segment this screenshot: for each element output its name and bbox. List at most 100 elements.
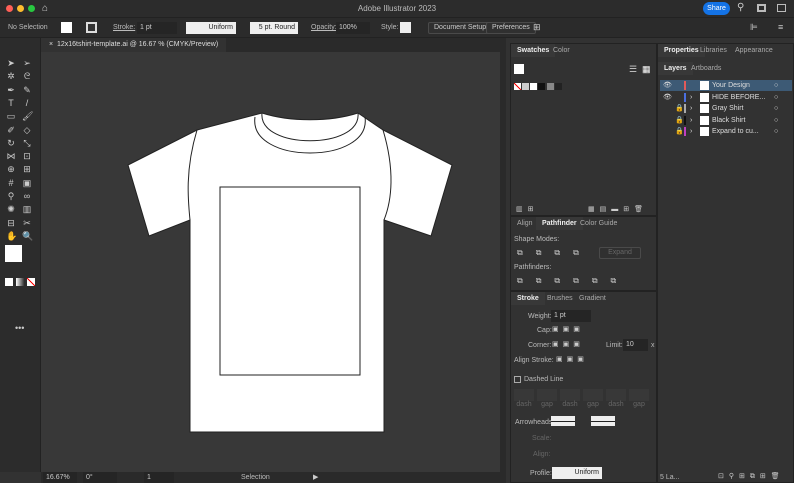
gradient-tool-icon[interactable]: ▣ [22,178,32,188]
workspace-icon[interactable] [757,4,766,12]
shape-mode-buttons[interactable]: ⧉⧉⧉⧉ [517,248,592,258]
tab-artboards[interactable]: Artboards [685,62,727,75]
swatch-none[interactable] [514,83,521,90]
variable-width-profile[interactable]: Uniform [186,22,236,34]
direct-selection-tool-icon[interactable]: ➢ [22,58,32,68]
layer-row[interactable]: 🔒 › Expand to cu... ○ [660,126,792,137]
shape-builder-tool-icon[interactable]: ⊕ [6,164,16,174]
expand-arrow-icon[interactable]: › [690,92,692,103]
lock-icon[interactable]: 🔒 [675,126,684,137]
canvas[interactable] [41,52,500,472]
swatch-black[interactable] [538,83,545,90]
eye-icon[interactable]: 👁 [663,80,672,91]
pen-tool-icon[interactable]: ✒ [6,85,16,95]
stroke-label[interactable]: Stroke: [113,24,135,31]
zoom-input[interactable]: 16.67% [43,472,77,483]
rectangle-tool-icon[interactable]: ▭ [6,111,16,121]
limit-input[interactable]: 10 [623,339,648,351]
expand-arrow-icon[interactable]: › [690,126,692,137]
paintbrush-tool-icon[interactable]: 🖌 [22,111,33,121]
share-button[interactable]: Share [703,2,730,15]
dash-input[interactable] [514,389,534,401]
fill-color[interactable] [5,245,22,262]
dashed-line-checkbox[interactable] [514,376,521,383]
expand-button[interactable]: Expand [599,247,641,259]
free-transform-tool-icon[interactable]: ⊡ [22,151,32,161]
zoom-tool-icon[interactable]: 🔍 [22,231,33,241]
layer-row[interactable]: 🔒 › Gray Shirt ○ [660,103,792,114]
width-tool-icon[interactable]: ⋈ [6,151,16,161]
document-setup-button[interactable]: Document Setup [428,22,493,34]
selection-tool-icon[interactable]: ➤ [6,58,16,68]
rotation-input[interactable]: 0° [83,472,117,483]
curvature-tool-icon[interactable]: ✎ [22,85,32,95]
tab-appearance[interactable]: Appearance [729,44,779,57]
document-tab[interactable]: × 12x16tshirt-template.ai @ 16.67 % (CMY… [41,38,227,52]
gap-input[interactable] [629,389,649,401]
expand-arrow-icon[interactable]: › [690,115,692,126]
tab-color-guide[interactable]: Color Guide [574,217,623,230]
opacity-input[interactable]: 100% [336,22,370,34]
end-arrowhead-select[interactable] [591,416,615,426]
mesh-tool-icon[interactable]: # [6,178,16,188]
layer-row[interactable]: 👁 › HIDE BEFORE... ○ [660,92,792,103]
none-mode-icon[interactable] [27,278,35,286]
eye-icon[interactable]: 👁 [663,92,672,103]
artboard-input[interactable]: 1 [144,472,174,483]
start-arrowhead-select[interactable] [551,416,575,426]
target-icon[interactable]: ○ [774,80,778,91]
corner-buttons[interactable]: ▣▣▣ [552,340,584,348]
swatch-library-icons[interactable]: ▥⊞ [516,205,538,213]
eraser-tool-icon[interactable]: ◇ [22,125,32,135]
fill-swatch-preview[interactable] [514,64,524,74]
gap-input[interactable] [537,389,557,401]
menu-icon[interactable]: ≡ [778,22,783,32]
line-tool-icon[interactable]: / [22,98,32,108]
swatch-dark[interactable] [555,83,562,90]
swatch-action-icons[interactable]: ▦▤▬⊞🗑 [588,205,648,213]
style-swatch[interactable] [400,22,411,33]
hand-tool-icon[interactable]: ✋ [6,231,17,241]
dash-input[interactable] [606,389,626,401]
symbol-sprayer-tool-icon[interactable]: ✺ [6,204,16,214]
slice-tool-icon[interactable]: ✂ [22,218,32,228]
layer-row[interactable]: 👁 Your Design ○ [660,80,792,91]
profile-select[interactable]: Uniform [552,467,602,479]
layer-row[interactable]: 🔒 › Black Shirt ○ [660,115,792,126]
swatch-white[interactable] [530,83,537,90]
weight-input[interactable]: 1 pt [551,310,591,322]
preferences-button[interactable]: Preferences [486,22,536,34]
grid-view-icon[interactable]: ▦ [642,64,651,75]
play-icon[interactable]: ▶ [313,473,318,481]
type-tool-icon[interactable]: T [6,98,16,108]
blend-tool-icon[interactable]: ∞ [22,191,32,201]
lock-icon[interactable]: 🔒 [675,103,684,114]
gradient-mode-icon[interactable] [16,278,24,286]
tab-stroke[interactable]: Stroke [511,292,545,305]
gap-input[interactable] [583,389,603,401]
shaper-tool-icon[interactable]: ✐ [6,125,16,135]
tab-align[interactable]: Align [511,217,539,230]
tab-libraries[interactable]: Libraries [694,44,733,57]
close-tab-icon[interactable]: × [49,41,57,48]
dash-input[interactable] [560,389,580,401]
panel-toggle-icon[interactable] [777,4,786,12]
artboard-tool-icon[interactable]: ⊟ [6,218,16,228]
perspective-tool-icon[interactable]: ⊞ [22,164,32,174]
rotate-tool-icon[interactable]: ↻ [6,138,16,148]
fill-swatch[interactable] [61,22,72,33]
opacity-label[interactable]: Opacity: [311,24,337,31]
eyedropper-tool-icon[interactable]: ⚲ [6,191,16,201]
layer-action-icons[interactable]: ⊡⚲⊞⧉⊞🗑 [718,472,785,481]
scale-tool-icon[interactable]: ⤡ [22,138,32,148]
lasso-tool-icon[interactable]: ᘓ [22,71,32,81]
arrange-documents-icon[interactable]: ⊞ [533,22,541,33]
align-icon[interactable]: ⊫ [750,22,758,33]
search-icon[interactable]: ⚲ [737,2,744,13]
magic-wand-tool-icon[interactable]: ✲ [6,71,16,81]
swatch-registration[interactable] [522,83,529,90]
pathfinder-buttons[interactable]: ⧉⧉⧉⧉⧉⧉ [517,276,629,286]
tab-gradient[interactable]: Gradient [573,292,612,305]
list-view-icon[interactable]: ☰ [629,64,637,75]
target-icon[interactable]: ○ [774,126,778,137]
